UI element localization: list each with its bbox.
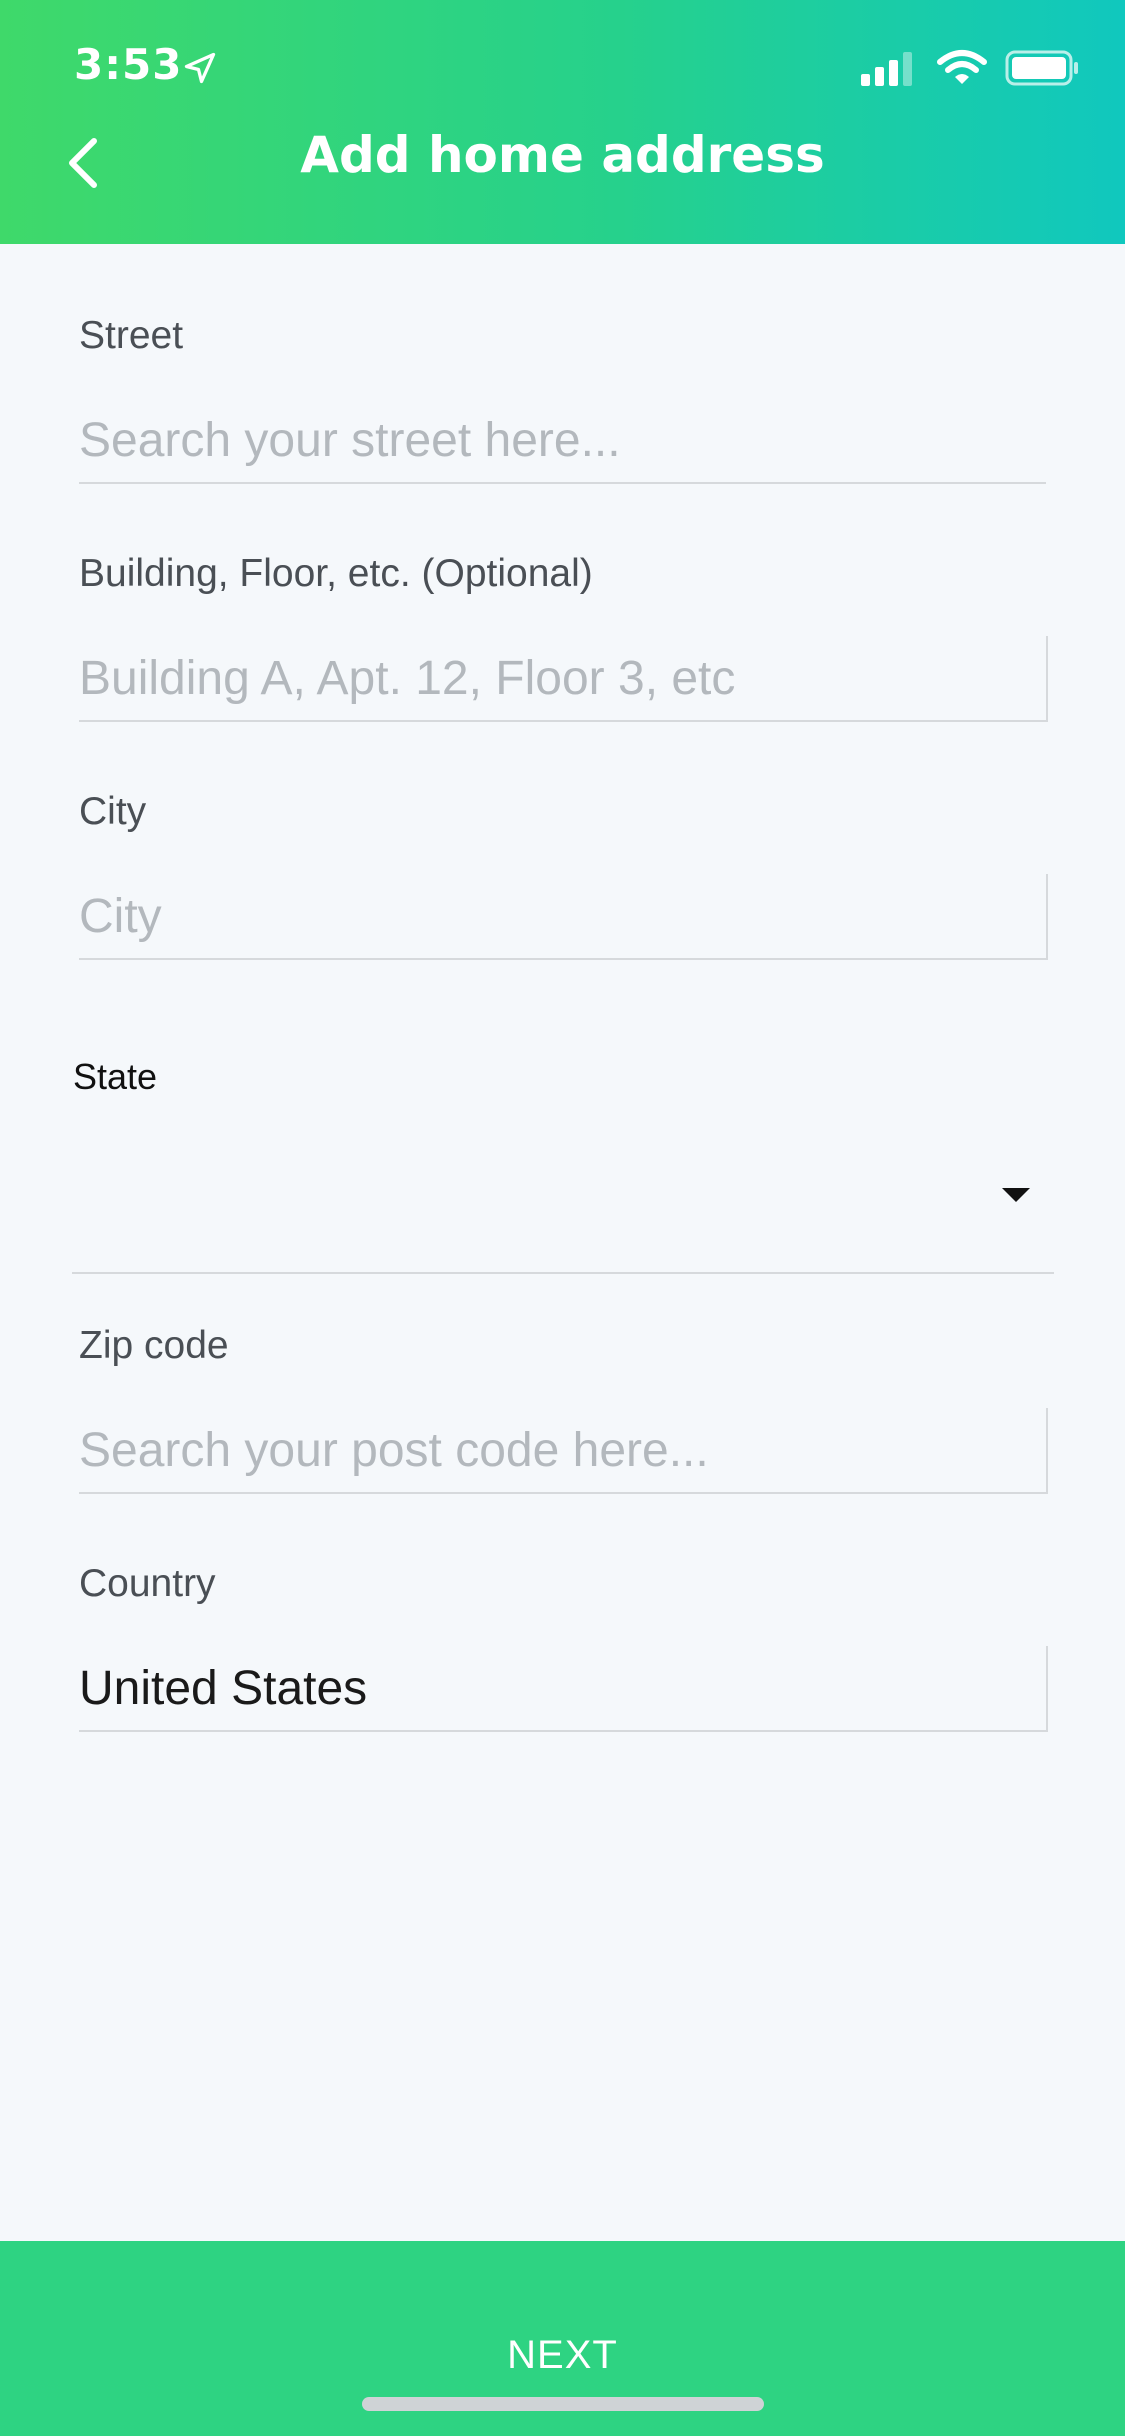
building-input[interactable] [79,636,1048,722]
home-indicator [362,2397,764,2411]
wifi-icon [937,50,987,84]
location-arrow-icon [184,52,216,84]
street-input[interactable] [79,398,1046,484]
city-input[interactable] [79,874,1048,960]
country-label: Country [79,1562,216,1605]
status-icons [859,48,1081,88]
app-header: 3:53 Add home address [0,0,1125,244]
zip-label: Zip code [79,1324,229,1367]
country-input[interactable] [79,1646,1048,1732]
street-label: Street [79,314,184,357]
status-time: 3:53 [74,40,183,89]
zip-input[interactable] [79,1408,1048,1494]
next-button-label: NEXT [507,2333,618,2377]
city-label: City [79,790,147,833]
state-dropdown[interactable] [72,1140,1054,1274]
cellular-signal-icon [861,52,912,86]
page-title: Add home address [300,126,825,184]
building-label: Building, Floor, etc. (Optional) [79,552,593,595]
caret-down-icon [1002,1188,1030,1202]
state-label: State [73,1056,158,1097]
battery-icon [1005,50,1078,86]
